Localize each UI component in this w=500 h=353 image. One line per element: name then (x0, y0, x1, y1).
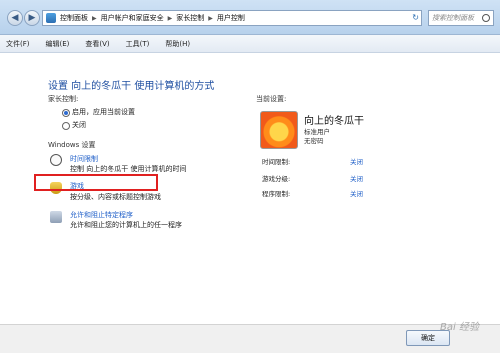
radio-off[interactable] (62, 122, 70, 130)
watermark: Bai 经验 (440, 322, 479, 333)
back-button[interactable]: ◀ (7, 10, 23, 26)
programs-desc: 允许和阻止您的计算机上的任一程序 (70, 221, 182, 229)
breadcrumb-separator: ▶ (208, 14, 213, 22)
time-limits-link[interactable]: 时间限制 (70, 154, 98, 164)
menu-tools[interactable]: 工具(T) (126, 39, 150, 49)
time-limits-desc: 控制 向上的冬瓜干 使用计算机的时间 (70, 165, 187, 173)
programs-link[interactable]: 允许和阻止特定程序 (70, 210, 133, 220)
menu-view[interactable]: 查看(V) (85, 39, 109, 49)
program-limits-status-label: 程序限制: (262, 190, 291, 198)
refresh-icon[interactable]: ↻ (412, 13, 419, 22)
user-avatar (260, 111, 298, 149)
games-desc: 按分级、内容或标题控制游戏 (70, 193, 161, 201)
menu-file[interactable]: 文件(F) (6, 39, 30, 49)
search-placeholder: 搜索控制面板 (432, 14, 474, 22)
search-icon[interactable] (482, 14, 490, 22)
clock-icon (50, 154, 62, 166)
breadcrumb-user-accounts[interactable]: 用户帐户和家庭安全 (101, 13, 164, 23)
radio-on-label[interactable]: 启用，应用当前设置 (72, 107, 135, 117)
title-bar: ◀ ▶ 控制面板 ▶ 用户帐户和家庭安全 ▶ 家长控制 ▶ 用户控制 ↻ 搜索控… (0, 0, 500, 35)
highlight-box (34, 174, 158, 191)
menu-edit[interactable]: 编辑(E) (46, 39, 70, 49)
forward-button[interactable]: ▶ (24, 10, 40, 26)
time-limits-status-label: 时间限制: (262, 158, 291, 166)
address-bar[interactable]: 控制面板 ▶ 用户帐户和家庭安全 ▶ 家长控制 ▶ 用户控制 ↻ (42, 10, 422, 26)
time-limits-status-value: 关闭 (350, 158, 363, 166)
programs-icon (50, 211, 62, 223)
breadcrumb-separator: ▶ (92, 14, 97, 22)
breadcrumb-separator: ▶ (167, 14, 173, 22)
program-limits-status-value: 关闭 (350, 190, 363, 198)
main-content: 设置 向上的冬瓜干 使用计算机的方式 家长控制: 启用，应用当前设置 关闭 Wi… (0, 54, 500, 324)
control-panel-icon (46, 13, 56, 23)
current-settings-label: 当前设置: (256, 95, 287, 103)
breadcrumb-parental-controls[interactable]: 家长控制 (176, 13, 204, 23)
windows-settings-label: Windows 设置 (48, 141, 96, 149)
user-password: 无密码 (304, 137, 324, 145)
user-name: 向上的冬瓜干 (304, 116, 364, 127)
search-input[interactable]: 搜索控制面板 (428, 10, 494, 26)
parental-control-label: 家长控制: (48, 95, 79, 103)
radio-on[interactable] (62, 109, 70, 117)
footer-bar: 确定 (0, 324, 500, 353)
menu-bar: 文件(F) 编辑(E) 查看(V) 工具(T) 帮助(H) (0, 35, 500, 53)
page-title: 设置 向上的冬瓜干 使用计算机的方式 (48, 81, 215, 92)
game-rating-status-label: 游戏分级: (262, 175, 291, 183)
breadcrumb-control-panel[interactable]: 控制面板 (60, 13, 88, 23)
radio-off-label[interactable]: 关闭 (72, 120, 86, 130)
menu-help[interactable]: 帮助(H) (165, 39, 190, 49)
game-rating-status-value: 关闭 (350, 175, 363, 183)
breadcrumb-user-controls[interactable]: 用户控制 (217, 13, 245, 23)
